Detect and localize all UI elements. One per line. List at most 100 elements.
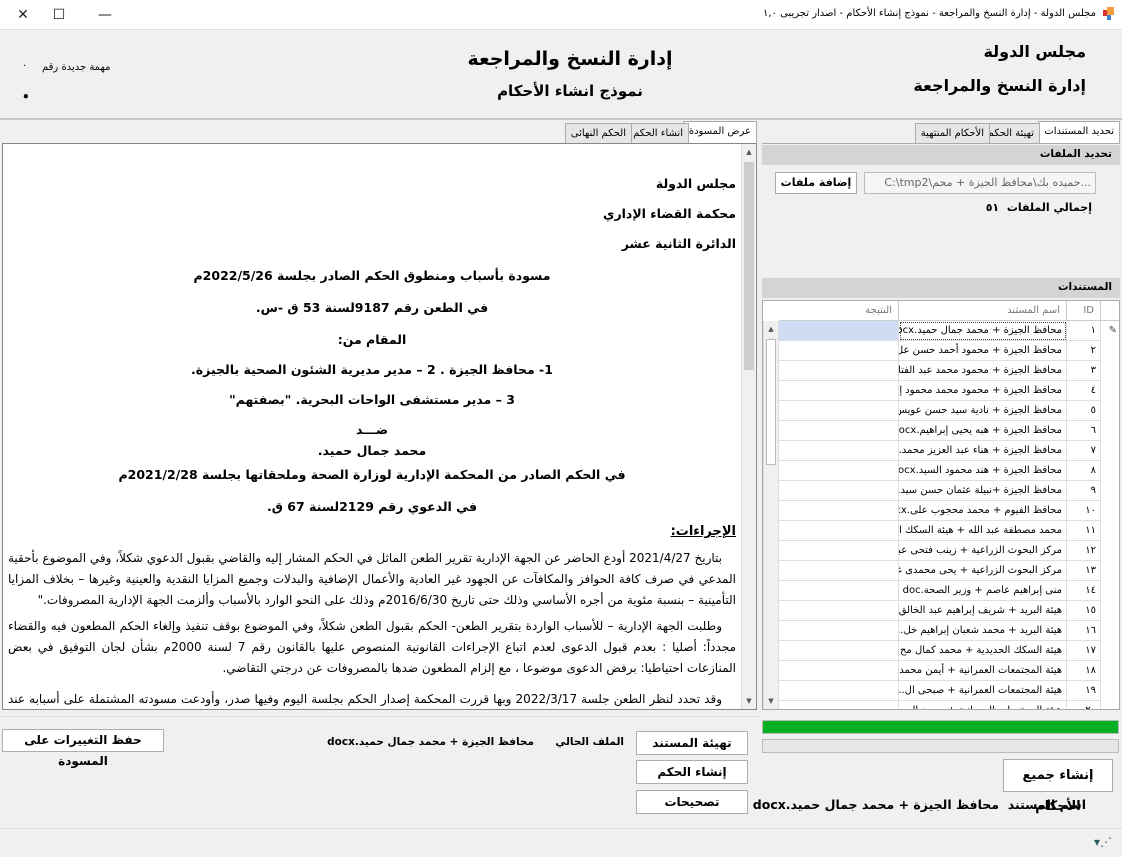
- table-row[interactable]: ٧محافظ الجيزة + هناء عبد العزيز محمد.d..…: [763, 441, 1119, 461]
- table-row[interactable]: ١٣ مركز البحوث الزراعية + يحى محمدى غر...: [763, 561, 1119, 581]
- cell-name[interactable]: محافظ الجيزة + هناء عبد العزيز محمد.d...: [899, 441, 1067, 461]
- table-row[interactable]: ٦محافظ الجيزة + هبه يحيى إبراهيم.docx: [763, 421, 1119, 441]
- draft-document-viewer[interactable]: مجلس الدولة محكمة القضاء الإداري الدائرة…: [2, 143, 757, 710]
- table-row[interactable]: ١٥ هيئة البريد + شريف إبراهيم عبد الخالق.…: [763, 601, 1119, 621]
- cell-name[interactable]: محافظ الجيزة + محمود محمد محمود إبرا...: [899, 381, 1067, 401]
- cell-result[interactable]: [779, 601, 899, 621]
- table-row[interactable]: ١٤ منى إبراهيم عاصم + وزير الصحة.doc: [763, 581, 1119, 601]
- tab-prepare-judgment[interactable]: تهيئة الحكم: [981, 123, 1040, 144]
- cell-result[interactable]: [779, 641, 899, 661]
- documents-grid[interactable]: ID اسم المستند النتيجة ✎ ١ محافظ الجيزة + …: [762, 300, 1120, 710]
- table-row[interactable]: ٣ محافظ الجيزة + محمود محمد عبد الفتاح...: [763, 361, 1119, 381]
- table-row[interactable]: ١٠محافظ الفيوم + محمد محجوب على.docx: [763, 501, 1119, 521]
- table-row[interactable]: ✎١محافظ الجيزة + محمد جمال حميد.docx: [763, 321, 1119, 341]
- minimize-button[interactable]: —: [82, 0, 128, 30]
- cell-name[interactable]: هيئة المجتمعات العمرانية + أيمن محمد...: [899, 661, 1067, 681]
- table-row[interactable]: ١٦ هيئة البريد + محمد شعبان إبراهيم خل...: [763, 621, 1119, 641]
- cell-result[interactable]: [779, 321, 899, 341]
- grid-scrollbar[interactable]: ▲ ▼: [763, 321, 779, 709]
- cell-name[interactable]: محافظ الفيوم + محمد محجوب على.docx: [899, 501, 1067, 521]
- cell-name[interactable]: محافظ الجيزة + هند محمود السيد.docx: [899, 461, 1067, 481]
- table-row[interactable]: ٤محافظ الجيزة + محمود محمد محمود إبرا...: [763, 381, 1119, 401]
- row-selector[interactable]: [1101, 501, 1119, 521]
- table-row[interactable]: ١٢مركز البحوث الزراعية + زينب فتحى عبد .…: [763, 541, 1119, 561]
- cell-id[interactable]: ١٦: [1067, 621, 1101, 641]
- row-edit-icon[interactable]: ✎: [1101, 321, 1119, 341]
- prepare-document-button[interactable]: تهيئة المستند: [636, 731, 748, 755]
- table-row[interactable]: ١٧ هيئة السكك الحديدية + محمد كمال مح...: [763, 641, 1119, 661]
- column-header-name[interactable]: اسم المستند: [899, 301, 1067, 321]
- cell-name[interactable]: مركز البحوث الزراعية + زينب فتحى عبد ...: [899, 541, 1067, 561]
- cell-result[interactable]: [779, 681, 899, 701]
- scroll-down-icon[interactable]: ▼: [742, 693, 756, 709]
- cell-result[interactable]: [779, 501, 899, 521]
- cell-name[interactable]: هيئة المجتمعات العمرانية + صبحى ال...: [899, 681, 1067, 701]
- cell-id[interactable]: ٥: [1067, 401, 1101, 421]
- table-row[interactable]: ٥ محافظ الجيزة + نادية سيد حسن عويس...: [763, 401, 1119, 421]
- cell-id[interactable]: ٢٠: [1067, 701, 1101, 709]
- table-row[interactable]: ١٩ هيئة المجتمعات العمرانية + صبحى ال...: [763, 681, 1119, 701]
- row-selector[interactable]: [1101, 661, 1119, 681]
- cell-result[interactable]: [779, 381, 899, 401]
- cell-name[interactable]: هيئة السكك الحديدية + محمد كمال مح...: [899, 641, 1067, 661]
- cell-result[interactable]: [779, 621, 899, 641]
- cell-result[interactable]: [779, 561, 899, 581]
- cell-result[interactable]: [779, 701, 899, 709]
- cell-id[interactable]: ١١: [1067, 521, 1101, 541]
- cell-id[interactable]: ١٤: [1067, 581, 1101, 601]
- table-row[interactable]: ٩ محافظ الجيزة +نبيلة عثمان حسن سيد....: [763, 481, 1119, 501]
- table-row[interactable]: ١٨ هيئة المجتمعات العمرانية + أيمن محمد..…: [763, 661, 1119, 681]
- row-selector[interactable]: [1101, 521, 1119, 541]
- cell-result[interactable]: [779, 441, 899, 461]
- cell-result[interactable]: [779, 521, 899, 541]
- row-selector[interactable]: [1101, 341, 1119, 361]
- maximize-button[interactable]: ☐: [36, 0, 82, 30]
- row-selector[interactable]: [1101, 381, 1119, 401]
- row-selector[interactable]: [1101, 441, 1119, 461]
- cell-result[interactable]: [779, 461, 899, 481]
- cell-name[interactable]: هيئة البريد + محمد شعبان إبراهيم خل...: [899, 621, 1067, 641]
- cell-id[interactable]: ١٧: [1067, 641, 1101, 661]
- cell-id[interactable]: ٧: [1067, 441, 1101, 461]
- row-selector[interactable]: [1101, 601, 1119, 621]
- cell-id[interactable]: ١٣: [1067, 561, 1101, 581]
- cell-id[interactable]: ١٨: [1067, 661, 1101, 681]
- cell-id[interactable]: ١٥: [1067, 601, 1101, 621]
- cell-name[interactable]: محافظ الجيزة + محمود محمد عبد الفتاح...: [899, 361, 1067, 381]
- scroll-thumb[interactable]: [766, 339, 776, 465]
- cell-id[interactable]: ٢: [1067, 341, 1101, 361]
- tab-draft-view[interactable]: عرض المسودة: [682, 121, 757, 144]
- cell-result[interactable]: [779, 361, 899, 381]
- cell-result[interactable]: [779, 661, 899, 681]
- cell-name[interactable]: محافظ الجيزة + محمد جمال حميد.docx: [899, 321, 1067, 341]
- save-draft-changes-button[interactable]: حفظ التغييرات على المسودة: [2, 729, 164, 768]
- tab-create-judgment[interactable]: انشاء الحكم: [627, 123, 689, 144]
- cell-id[interactable]: ٨: [1067, 461, 1101, 481]
- cell-id[interactable]: ٤: [1067, 381, 1101, 401]
- cell-result[interactable]: [779, 541, 899, 561]
- table-row[interactable]: ٢٠هيئة المجتمعات العمرانية + محمد ال...: [763, 701, 1119, 709]
- row-selector[interactable]: [1101, 481, 1119, 501]
- cell-name[interactable]: منى إبراهيم عاصم + وزير الصحة.doc: [899, 581, 1067, 601]
- create-judgment-button[interactable]: إنشاء الحكم: [636, 760, 748, 784]
- row-selector[interactable]: [1101, 421, 1119, 441]
- cell-name[interactable]: محافظ الجيزة + نادية سيد حسن عويس...: [899, 401, 1067, 421]
- cell-name[interactable]: محافظ الجيزة + هبه يحيى إبراهيم.docx: [899, 421, 1067, 441]
- folder-path-input[interactable]: C:\tmp2\حميده بك\محافظ الجيزة + محم...: [864, 172, 1096, 194]
- cell-name[interactable]: هيئة المجتمعات العمرانية + محمد ال...: [899, 701, 1067, 709]
- scroll-up-icon[interactable]: ▲: [764, 321, 778, 337]
- row-selector[interactable]: [1101, 541, 1119, 561]
- row-selector[interactable]: [1101, 401, 1119, 421]
- doc-scrollbar[interactable]: ▲ ▼: [741, 144, 756, 709]
- scroll-thumb[interactable]: [744, 162, 754, 370]
- scroll-up-icon[interactable]: ▲: [742, 144, 756, 160]
- tab-select-documents[interactable]: تحديد المستندات: [1038, 121, 1120, 144]
- grip-icon[interactable]: ▾⋰: [1094, 835, 1112, 849]
- row-selector[interactable]: [1101, 681, 1119, 701]
- create-all-judgments-button[interactable]: إنشاء جميع الأحكام: [1003, 759, 1113, 814]
- add-files-button[interactable]: إضافة ملفات: [775, 172, 857, 194]
- cell-id[interactable]: ٦: [1067, 421, 1101, 441]
- table-row[interactable]: ٢ محافظ الجيزة + محمود أحمد حسن عل...: [763, 341, 1119, 361]
- column-header-result[interactable]: النتيجة: [779, 301, 899, 321]
- cell-name[interactable]: محافظ الجيزة +نبيلة عثمان حسن سيد....: [899, 481, 1067, 501]
